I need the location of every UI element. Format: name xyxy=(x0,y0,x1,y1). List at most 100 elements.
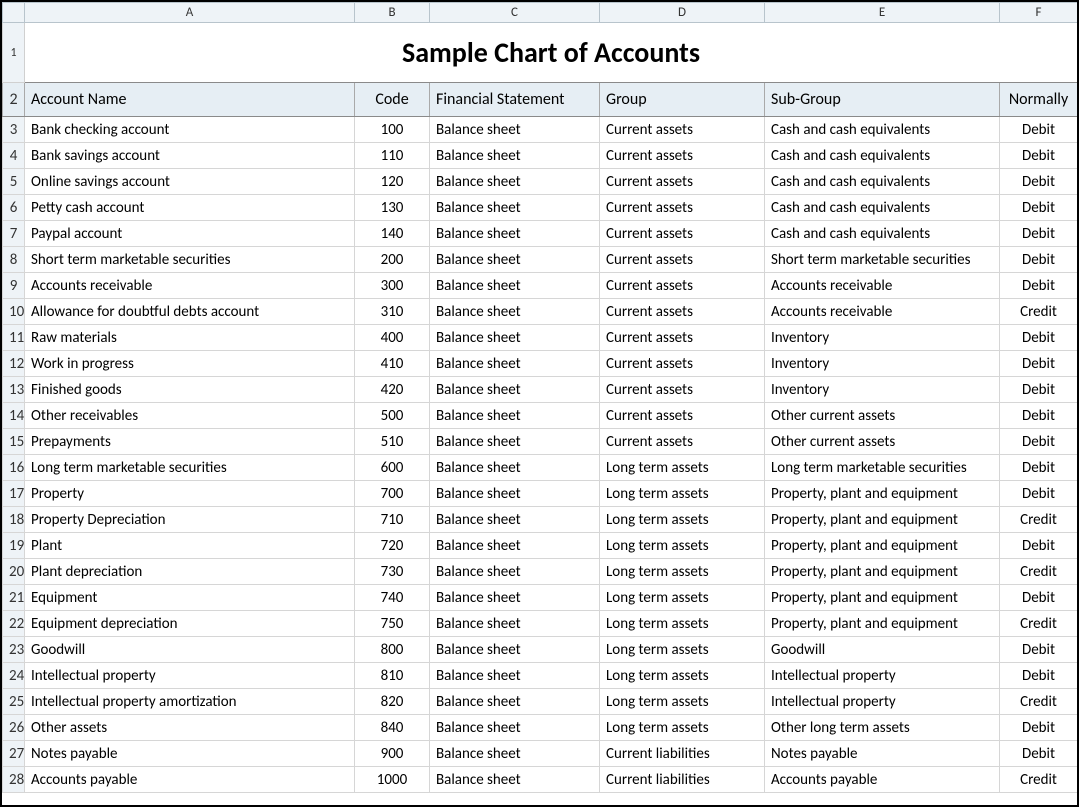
cell-normally[interactable]: Debit xyxy=(1000,741,1078,767)
row-header-26[interactable]: 26 xyxy=(3,715,25,741)
cell-sub-group[interactable]: Property, plant and equipment xyxy=(765,507,1000,533)
cell-financial-statement[interactable]: Balance sheet xyxy=(430,741,600,767)
cell-financial-statement[interactable]: Balance sheet xyxy=(430,247,600,273)
cell-group[interactable]: Current assets xyxy=(600,195,765,221)
cell-financial-statement[interactable]: Balance sheet xyxy=(430,689,600,715)
cell-account-name[interactable]: Finished goods xyxy=(25,377,355,403)
cell-account-name[interactable]: Prepayments xyxy=(25,429,355,455)
cell-normally[interactable]: Credit xyxy=(1000,689,1078,715)
cell-financial-statement[interactable]: Balance sheet xyxy=(430,637,600,663)
cell-code[interactable]: 130 xyxy=(355,195,430,221)
cell-account-name[interactable]: Accounts receivable xyxy=(25,273,355,299)
cell-code[interactable]: 310 xyxy=(355,299,430,325)
cell-normally[interactable]: Debit xyxy=(1000,325,1078,351)
cell-account-name[interactable]: Accounts payable xyxy=(25,767,355,793)
header-normally[interactable]: Normally xyxy=(1000,83,1078,117)
row-header-7[interactable]: 7 xyxy=(3,221,25,247)
cell-normally[interactable]: Debit xyxy=(1000,117,1078,143)
select-all-corner[interactable] xyxy=(3,3,25,23)
cell-account-name[interactable]: Plant depreciation xyxy=(25,559,355,585)
cell-financial-statement[interactable]: Balance sheet xyxy=(430,325,600,351)
cell-sub-group[interactable]: Notes payable xyxy=(765,741,1000,767)
cell-sub-group[interactable]: Cash and cash equivalents xyxy=(765,195,1000,221)
cell-code[interactable]: 820 xyxy=(355,689,430,715)
row-header-14[interactable]: 14 xyxy=(3,403,25,429)
cell-financial-statement[interactable]: Balance sheet xyxy=(430,481,600,507)
row-header-3[interactable]: 3 xyxy=(3,117,25,143)
cell-financial-statement[interactable]: Balance sheet xyxy=(430,429,600,455)
cell-sub-group[interactable]: Accounts receivable xyxy=(765,273,1000,299)
cell-group[interactable]: Current assets xyxy=(600,273,765,299)
row-header-25[interactable]: 25 xyxy=(3,689,25,715)
cell-sub-group[interactable]: Short term marketable securities xyxy=(765,247,1000,273)
cell-financial-statement[interactable]: Balance sheet xyxy=(430,169,600,195)
cell-code[interactable]: 120 xyxy=(355,169,430,195)
header-account-name[interactable]: Account Name xyxy=(25,83,355,117)
cell-account-name[interactable]: Intellectual property amortization xyxy=(25,689,355,715)
cell-account-name[interactable]: Property Depreciation xyxy=(25,507,355,533)
cell-group[interactable]: Long term assets xyxy=(600,507,765,533)
cell-financial-statement[interactable]: Balance sheet xyxy=(430,143,600,169)
cell-code[interactable]: 710 xyxy=(355,507,430,533)
cell-code[interactable]: 700 xyxy=(355,481,430,507)
cell-group[interactable]: Long term assets xyxy=(600,559,765,585)
cell-code[interactable]: 1000 xyxy=(355,767,430,793)
cell-financial-statement[interactable]: Balance sheet xyxy=(430,559,600,585)
cell-financial-statement[interactable]: Balance sheet xyxy=(430,299,600,325)
row-header-19[interactable]: 19 xyxy=(3,533,25,559)
row-header-12[interactable]: 12 xyxy=(3,351,25,377)
cell-sub-group[interactable]: Inventory xyxy=(765,377,1000,403)
row-header-8[interactable]: 8 xyxy=(3,247,25,273)
cell-normally[interactable]: Debit xyxy=(1000,481,1078,507)
cell-financial-statement[interactable]: Balance sheet xyxy=(430,611,600,637)
cell-account-name[interactable]: Bank savings account xyxy=(25,143,355,169)
cell-sub-group[interactable]: Other long term assets xyxy=(765,715,1000,741)
row-header-24[interactable]: 24 xyxy=(3,663,25,689)
cell-financial-statement[interactable]: Balance sheet xyxy=(430,351,600,377)
cell-group[interactable]: Current assets xyxy=(600,299,765,325)
cell-financial-statement[interactable]: Balance sheet xyxy=(430,195,600,221)
cell-account-name[interactable]: Allowance for doubtful debts account xyxy=(25,299,355,325)
cell-group[interactable]: Current liabilities xyxy=(600,767,765,793)
cell-group[interactable]: Long term assets xyxy=(600,585,765,611)
header-financial-statement[interactable]: Financial Statement xyxy=(430,83,600,117)
row-header-4[interactable]: 4 xyxy=(3,143,25,169)
cell-account-name[interactable]: Property xyxy=(25,481,355,507)
row-header-5[interactable]: 5 xyxy=(3,169,25,195)
cell-code[interactable]: 810 xyxy=(355,663,430,689)
cell-sub-group[interactable]: Long term marketable securities xyxy=(765,455,1000,481)
cell-normally[interactable]: Debit xyxy=(1000,637,1078,663)
cell-sub-group[interactable]: Accounts payable xyxy=(765,767,1000,793)
cell-normally[interactable]: Credit xyxy=(1000,559,1078,585)
cell-sub-group[interactable]: Other current assets xyxy=(765,429,1000,455)
cell-sub-group[interactable]: Property, plant and equipment xyxy=(765,611,1000,637)
cell-sub-group[interactable]: Cash and cash equivalents xyxy=(765,169,1000,195)
row-header-10[interactable]: 10 xyxy=(3,299,25,325)
cell-code[interactable]: 900 xyxy=(355,741,430,767)
cell-sub-group[interactable]: Inventory xyxy=(765,351,1000,377)
cell-sub-group[interactable]: Inventory xyxy=(765,325,1000,351)
col-header-E[interactable]: E xyxy=(765,3,1000,23)
header-code[interactable]: Code xyxy=(355,83,430,117)
cell-group[interactable]: Current assets xyxy=(600,117,765,143)
cell-normally[interactable]: Debit xyxy=(1000,273,1078,299)
cell-group[interactable]: Current assets xyxy=(600,143,765,169)
cell-code[interactable]: 510 xyxy=(355,429,430,455)
cell-normally[interactable]: Debit xyxy=(1000,169,1078,195)
cell-code[interactable]: 720 xyxy=(355,533,430,559)
cell-normally[interactable]: Debit xyxy=(1000,143,1078,169)
cell-financial-statement[interactable]: Balance sheet xyxy=(430,273,600,299)
cell-group[interactable]: Long term assets xyxy=(600,481,765,507)
cell-group[interactable]: Current assets xyxy=(600,351,765,377)
cell-group[interactable]: Current assets xyxy=(600,403,765,429)
cell-normally[interactable]: Credit xyxy=(1000,767,1078,793)
cell-group[interactable]: Long term assets xyxy=(600,663,765,689)
cell-financial-statement[interactable]: Balance sheet xyxy=(430,715,600,741)
row-header-18[interactable]: 18 xyxy=(3,507,25,533)
cell-code[interactable]: 840 xyxy=(355,715,430,741)
cell-account-name[interactable]: Bank checking account xyxy=(25,117,355,143)
cell-code[interactable]: 730 xyxy=(355,559,430,585)
cell-normally[interactable]: Debit xyxy=(1000,377,1078,403)
header-group[interactable]: Group xyxy=(600,83,765,117)
cell-sub-group[interactable]: Cash and cash equivalents xyxy=(765,117,1000,143)
